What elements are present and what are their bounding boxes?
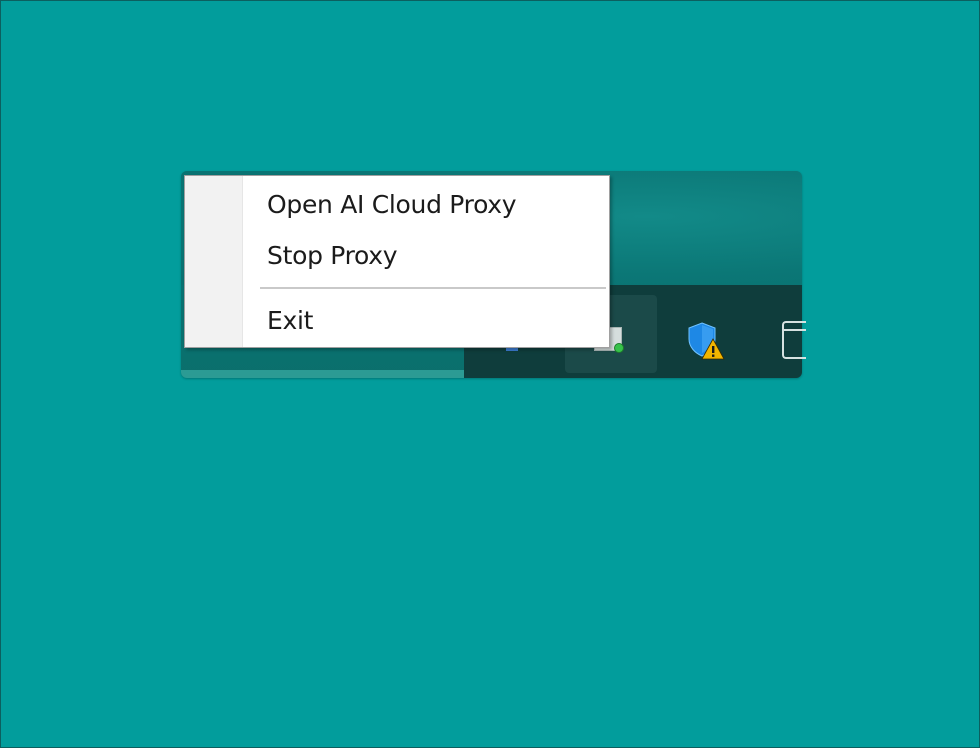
windows-security-warning-icon[interactable] bbox=[686, 321, 726, 361]
menu-item-exit[interactable]: Exit bbox=[186, 299, 608, 341]
menu-item-label: Exit bbox=[267, 305, 314, 335]
menu-item-label: Open AI Cloud Proxy bbox=[267, 189, 517, 219]
menu-item-stop-proxy[interactable]: Stop Proxy bbox=[186, 234, 608, 276]
tray-context-menu: Open AI Cloud Proxy Stop Proxy Exit bbox=[184, 175, 610, 348]
menu-separator bbox=[260, 287, 606, 289]
menu-item-open-ai-cloud-proxy[interactable]: Open AI Cloud Proxy bbox=[186, 183, 608, 225]
status-dot-icon bbox=[614, 343, 624, 353]
desktop-bottom-strip bbox=[181, 370, 464, 378]
shield-warning-icon bbox=[688, 322, 725, 360]
menu-item-label: Stop Proxy bbox=[267, 240, 398, 270]
window-icon[interactable] bbox=[782, 321, 806, 359]
